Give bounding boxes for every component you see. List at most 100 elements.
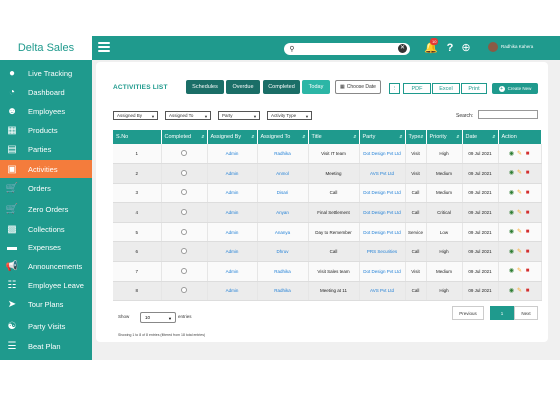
tab-overdue[interactable]: Overdue <box>226 80 260 94</box>
completed-radio[interactable] <box>181 248 187 255</box>
cell-party[interactable]: AVS Pvt Ltd <box>359 163 406 184</box>
eye-icon[interactable]: ◉ <box>509 249 515 255</box>
cell-assigned-by[interactable]: Admin <box>207 144 258 165</box>
column-header-s-no[interactable]: S.No <box>113 130 162 144</box>
cell-assigned-by[interactable]: Admin <box>207 222 258 243</box>
cell-assigned-by[interactable]: Admin <box>207 202 258 223</box>
sidebar-item-employees[interactable]: ☻ Employees <box>0 102 92 120</box>
cell-assigned-by[interactable]: Admin <box>207 281 258 302</box>
trash-icon[interactable]: ■ <box>525 229 531 235</box>
column-header-assigned-by[interactable]: Assigned By ⇵ <box>207 130 258 144</box>
completed-radio[interactable] <box>181 169 187 176</box>
sidebar-item-products[interactable]: ▦ Products <box>0 121 92 139</box>
cell-assigned-to[interactable]: Radhika <box>257 281 309 302</box>
eye-icon[interactable]: ◉ <box>509 151 515 157</box>
column-header-priority[interactable]: Priority ⇵ <box>426 130 463 144</box>
cell-assigned-to[interactable]: Radhika <box>257 261 309 282</box>
cell-party[interactable]: Dot Design Pvt Ltd <box>359 222 406 243</box>
cell-party[interactable]: Dot Design Pvt Ltd <box>359 144 406 165</box>
choose-date-button[interactable]: ▦ Choose Date <box>335 80 381 94</box>
trash-icon[interactable]: ■ <box>525 268 531 274</box>
eye-icon[interactable]: ◉ <box>509 190 515 196</box>
table-search-input[interactable] <box>478 110 538 119</box>
eye-icon[interactable]: ◉ <box>509 170 515 176</box>
cell-assigned-to[interactable]: Dhruv <box>257 241 309 263</box>
tab-today[interactable]: Today <box>302 80 330 94</box>
sidebar-item-live-tracking[interactable]: ● Live Tracking <box>0 64 92 82</box>
edit-icon[interactable]: ✎ <box>517 190 523 196</box>
add-circle-icon[interactable]: ⊕ <box>459 41 473 55</box>
eye-icon[interactable]: ◉ <box>509 210 515 216</box>
column-header-completed[interactable]: Completed ⇵ <box>161 130 208 144</box>
cell-assigned-to[interactable]: Disari <box>257 183 309 204</box>
export-pdf-button[interactable]: PDF <box>403 83 431 94</box>
cell-assigned-by[interactable]: Admin <box>207 261 258 282</box>
help-icon[interactable]: ? <box>443 41 457 55</box>
column-header-date[interactable]: Date ⇵ <box>462 130 499 144</box>
sidebar-item-parties[interactable]: ▤ Parties <box>0 140 92 158</box>
column-header-type[interactable]: Type ⇵ <box>405 130 427 144</box>
completed-radio[interactable] <box>181 287 187 294</box>
sidebar-item-announcements[interactable]: 📢 Announcements <box>0 257 92 275</box>
sidebar-item-party-visits[interactable]: ☯ Party Visits <box>0 317 92 335</box>
cell-assigned-to[interactable]: Ananya <box>257 222 309 243</box>
trash-icon[interactable]: ■ <box>525 288 531 294</box>
trash-icon[interactable]: ■ <box>525 190 531 196</box>
edit-icon[interactable]: ✎ <box>517 170 523 176</box>
column-header-action[interactable]: Action <box>498 130 542 144</box>
hamburger-menu-icon[interactable] <box>98 42 110 52</box>
cell-assigned-to[interactable]: Anmol <box>257 163 309 184</box>
page-1-button[interactable]: 1 <box>490 306 514 320</box>
cell-party[interactable]: AVS Pvt Ltd <box>359 281 406 302</box>
trash-icon[interactable]: ■ <box>525 170 531 176</box>
avatar[interactable] <box>488 42 498 52</box>
sidebar-item-employee-leave[interactable]: ☷ Employee Leave <box>0 276 92 294</box>
column-header-assigned-to[interactable]: Assigned To ⇵ <box>257 130 309 144</box>
sidebar-item-collections[interactable]: ▩ Collections <box>0 220 92 238</box>
trash-icon[interactable]: ■ <box>525 151 531 157</box>
edit-icon[interactable]: ✎ <box>517 229 523 235</box>
tab-schedules[interactable]: Schedules <box>186 80 224 94</box>
edit-icon[interactable]: ✎ <box>517 288 523 294</box>
clear-search-icon[interactable]: ✕ <box>398 44 407 53</box>
eye-icon[interactable]: ◉ <box>509 229 515 235</box>
cell-assigned-by[interactable]: Admin <box>207 163 258 184</box>
previous-page-button[interactable]: Previous <box>452 306 484 320</box>
completed-radio[interactable] <box>181 267 187 274</box>
edit-icon[interactable]: ✎ <box>517 268 523 274</box>
more-options-icon[interactable]: ⋮ <box>389 83 400 94</box>
next-page-button[interactable]: Next <box>514 306 538 320</box>
trash-icon[interactable]: ■ <box>525 249 531 255</box>
sidebar-item-beat-plan[interactable]: ☰ Beat Plan <box>0 337 92 355</box>
page-size-select[interactable]: 10 ▼ <box>140 312 176 323</box>
sidebar-item-activities[interactable]: ▣ Activities <box>0 160 92 178</box>
print-button[interactable]: Print <box>461 83 487 94</box>
sidebar-item-orders[interactable]: 🛒 Orders <box>0 179 92 197</box>
completed-radio[interactable] <box>181 150 187 157</box>
export-excel-button[interactable]: Excel <box>432 83 460 94</box>
tab-completed[interactable]: Completed <box>263 80 300 94</box>
cell-party[interactable]: PRS Securities <box>359 241 406 263</box>
cell-assigned-to[interactable]: Radhika <box>257 144 309 165</box>
completed-radio[interactable] <box>181 228 187 235</box>
filter-activity-type[interactable]: Activity Type ▼ <box>267 111 312 120</box>
completed-radio[interactable] <box>181 189 187 196</box>
edit-icon[interactable]: ✎ <box>517 210 523 216</box>
user-name[interactable]: Radhika Kahera <box>501 44 533 49</box>
column-header-party[interactable]: Party ⇵ <box>359 130 406 144</box>
edit-icon[interactable]: ✎ <box>517 249 523 255</box>
cell-party[interactable]: Dot Design Pvt Ltd <box>359 202 406 223</box>
cell-assigned-by[interactable]: Admin <box>207 183 258 204</box>
global-search-input[interactable]: ⚲ ✕ <box>284 43 410 55</box>
cell-party[interactable]: Dot Design Pvt Ltd <box>359 183 406 204</box>
filter-party[interactable]: Party ▼ <box>218 111 260 120</box>
eye-icon[interactable]: ◉ <box>509 268 515 274</box>
cell-assigned-to[interactable]: Anyan <box>257 202 309 223</box>
create-new-button[interactable]: + Create New <box>492 83 538 94</box>
cell-party[interactable]: Dot Design Pvt Ltd <box>359 261 406 282</box>
eye-icon[interactable]: ◉ <box>509 288 515 294</box>
sidebar-item-expenses[interactable]: ▬ Expenses <box>0 238 92 256</box>
filter-assigned-by[interactable]: Assigned By ▼ <box>113 111 158 120</box>
sidebar-item-zero-orders[interactable]: 🛒 Zero Orders <box>0 200 92 218</box>
sidebar-item-dashboard[interactable]: ◔ Dashboard <box>0 83 92 101</box>
